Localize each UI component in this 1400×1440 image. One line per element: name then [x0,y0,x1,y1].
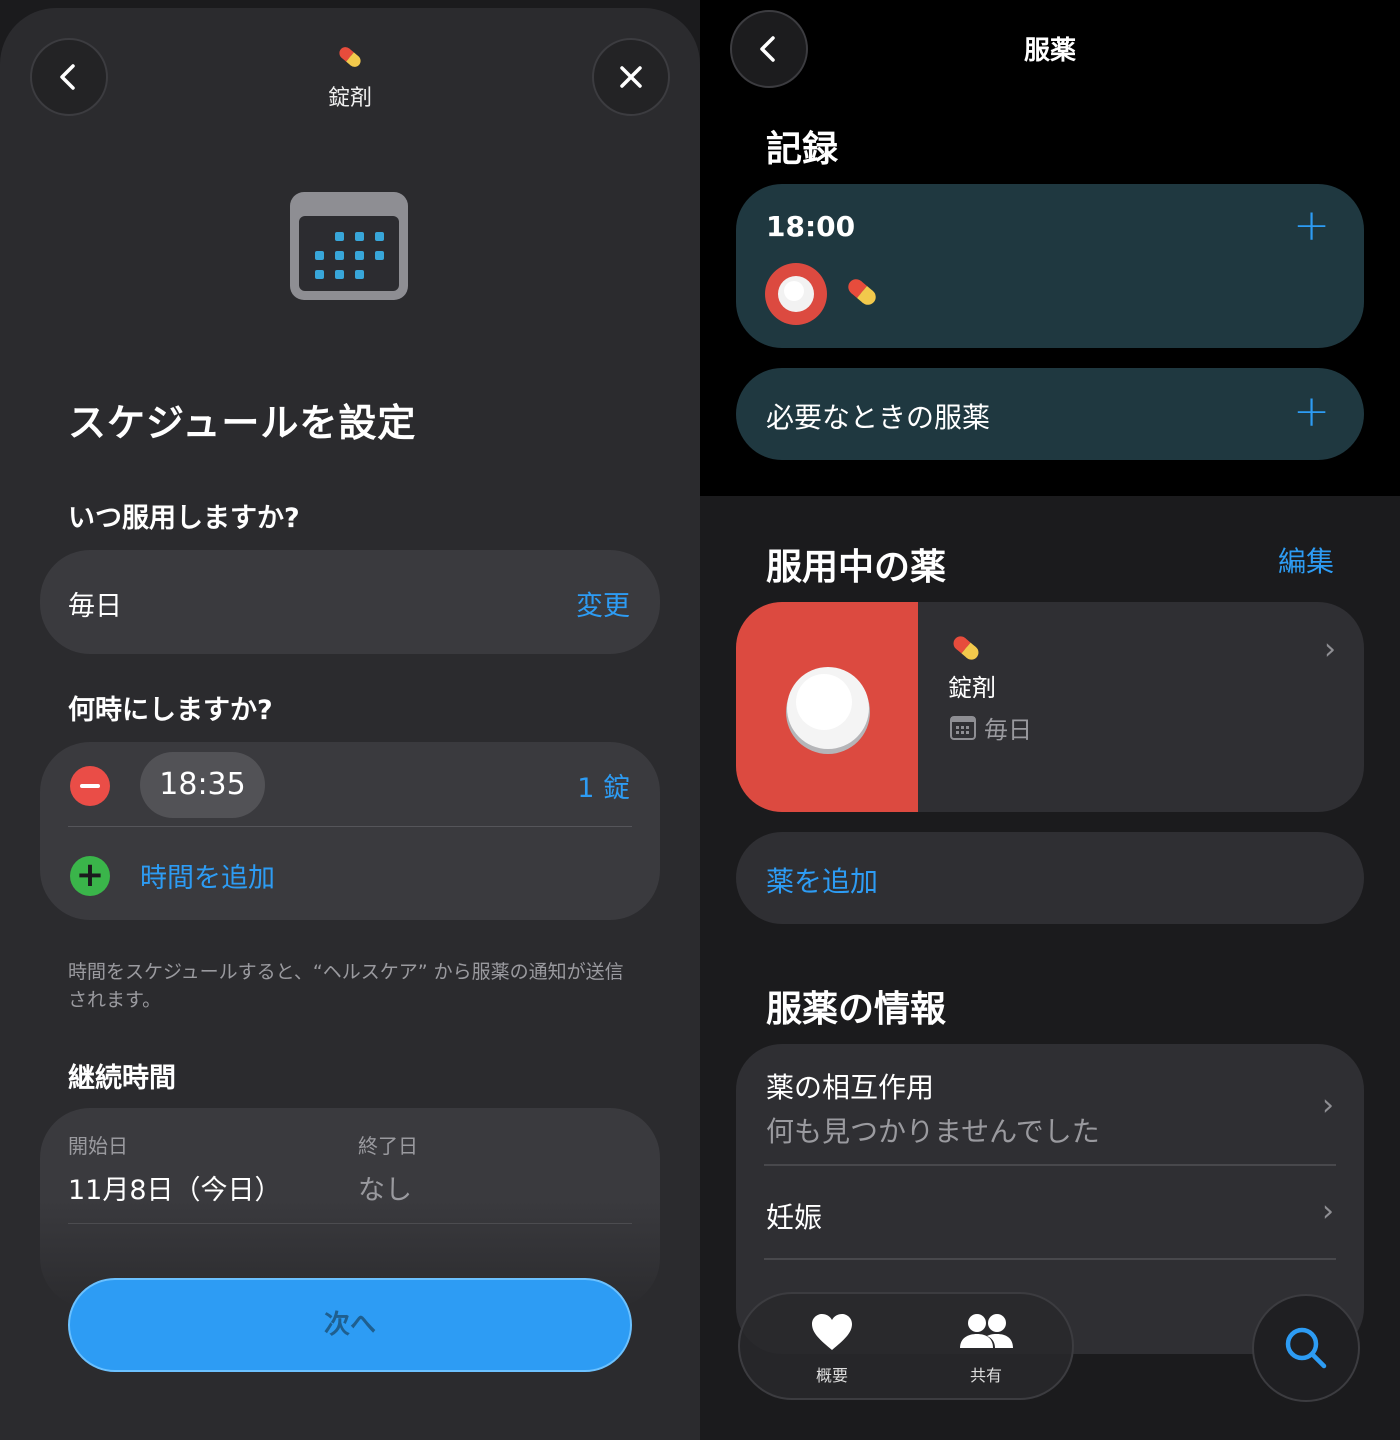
dose-button[interactable]: 1 錠 [577,766,630,805]
tab-sharing[interactable]: 共有 [936,1312,1036,1386]
frequency-value: 毎日 [68,591,122,622]
log-time: 18:00 [766,210,856,243]
times-card: 18:35 1 錠 + 時間を追加 [40,742,660,920]
medications-panel: 服薬 記録 18:00 + 必要なときの服薬 + 服用中の薬 編集 錠剤 毎日 … [700,0,1400,1440]
divider [764,1164,1336,1166]
heart-icon [812,1314,852,1350]
close-icon [620,66,642,88]
next-button[interactable]: 次へ [68,1278,632,1372]
header-med: 錠剤 [300,40,400,112]
tab-sharing-label: 共有 [969,1366,1002,1385]
edit-button[interactable]: 編集 [1278,540,1334,580]
frequency-label: いつ服用しますか? [68,503,300,534]
log-label: 記録 [766,129,839,170]
chevron-right-icon: › [1324,632,1336,667]
end-date-label: 終了日 [358,1134,418,1158]
search-icon [1285,1327,1327,1369]
tab-bar: 概要 共有 [738,1292,1074,1400]
interactions-title[interactable]: 薬の相互作用 [766,1066,934,1106]
time-picker[interactable]: 18:35 [140,752,265,818]
chevron-right-icon[interactable]: › [1322,1088,1334,1123]
divider [68,826,632,827]
capsule-icon [848,279,876,305]
page-title: スケジュールを設定 [68,401,417,445]
schedule-sheet-panel: 錠剤 スケジュールを設定 いつ服用しますか? 毎日 変更 何時にしますか? 18… [0,0,700,1440]
as-needed-label: 必要なときの服薬 [766,401,991,434]
calendar-icon [290,192,408,300]
pregnancy-row[interactable]: 妊娠 [766,1196,822,1236]
as-needed-card[interactable]: 必要なときの服薬 + [736,368,1364,460]
calendar-icon [950,716,976,740]
add-time-plus-icon[interactable]: + [70,856,110,896]
log-time-card[interactable]: 18:00 + [736,184,1364,348]
interactions-value: 何も見つかりませんでした [766,1115,1100,1148]
start-date-label: 開始日 [68,1134,128,1158]
divider [764,1258,1336,1260]
people-icon [960,1314,1013,1348]
remove-time-button[interactable] [70,766,110,806]
back-button[interactable] [730,10,808,88]
change-frequency-button[interactable]: 変更 [576,584,630,623]
times-label: 何時にしますか? [68,695,273,726]
med-info-label: 服薬の情報 [766,989,947,1030]
duration-label: 継続時間 [68,1063,176,1094]
current-meds-label: 服用中の薬 [766,547,947,588]
tab-summary[interactable]: 概要 [782,1312,882,1386]
add-med-button[interactable]: 薬を追加 [766,860,878,900]
tablet-badge-icon [765,263,827,325]
schedule-note: 時間をスケジュールすると、“ヘルスケア” から服薬の通知が送信されます。 [68,961,624,1011]
med-name: 錠剤 [948,674,996,702]
chevron-left-icon [760,36,775,62]
frequency-card[interactable]: 毎日 変更 [40,550,660,654]
close-button[interactable] [592,38,670,116]
chevron-left-icon [60,64,75,90]
tablet-icon [786,667,870,754]
add-log-plus-icon[interactable]: + [1293,200,1330,251]
as-needed-plus-icon[interactable]: + [1293,386,1330,437]
capsule-icon [953,636,979,660]
med-schedule: 毎日 [984,716,1032,744]
header-med-name: 錠剤 [327,86,372,111]
add-med-card[interactable]: 薬を追加 [736,832,1364,924]
back-button[interactable] [30,38,108,116]
page-title: 服薬 [1023,36,1076,66]
medication-card[interactable]: 錠剤 毎日 › [736,602,1364,812]
capsule-icon [339,47,361,67]
tab-summary-label: 概要 [815,1366,848,1385]
chevron-right-icon[interactable]: › [1322,1194,1334,1229]
search-button[interactable] [1252,1294,1360,1402]
add-time-button[interactable]: 時間を追加 [140,856,275,895]
